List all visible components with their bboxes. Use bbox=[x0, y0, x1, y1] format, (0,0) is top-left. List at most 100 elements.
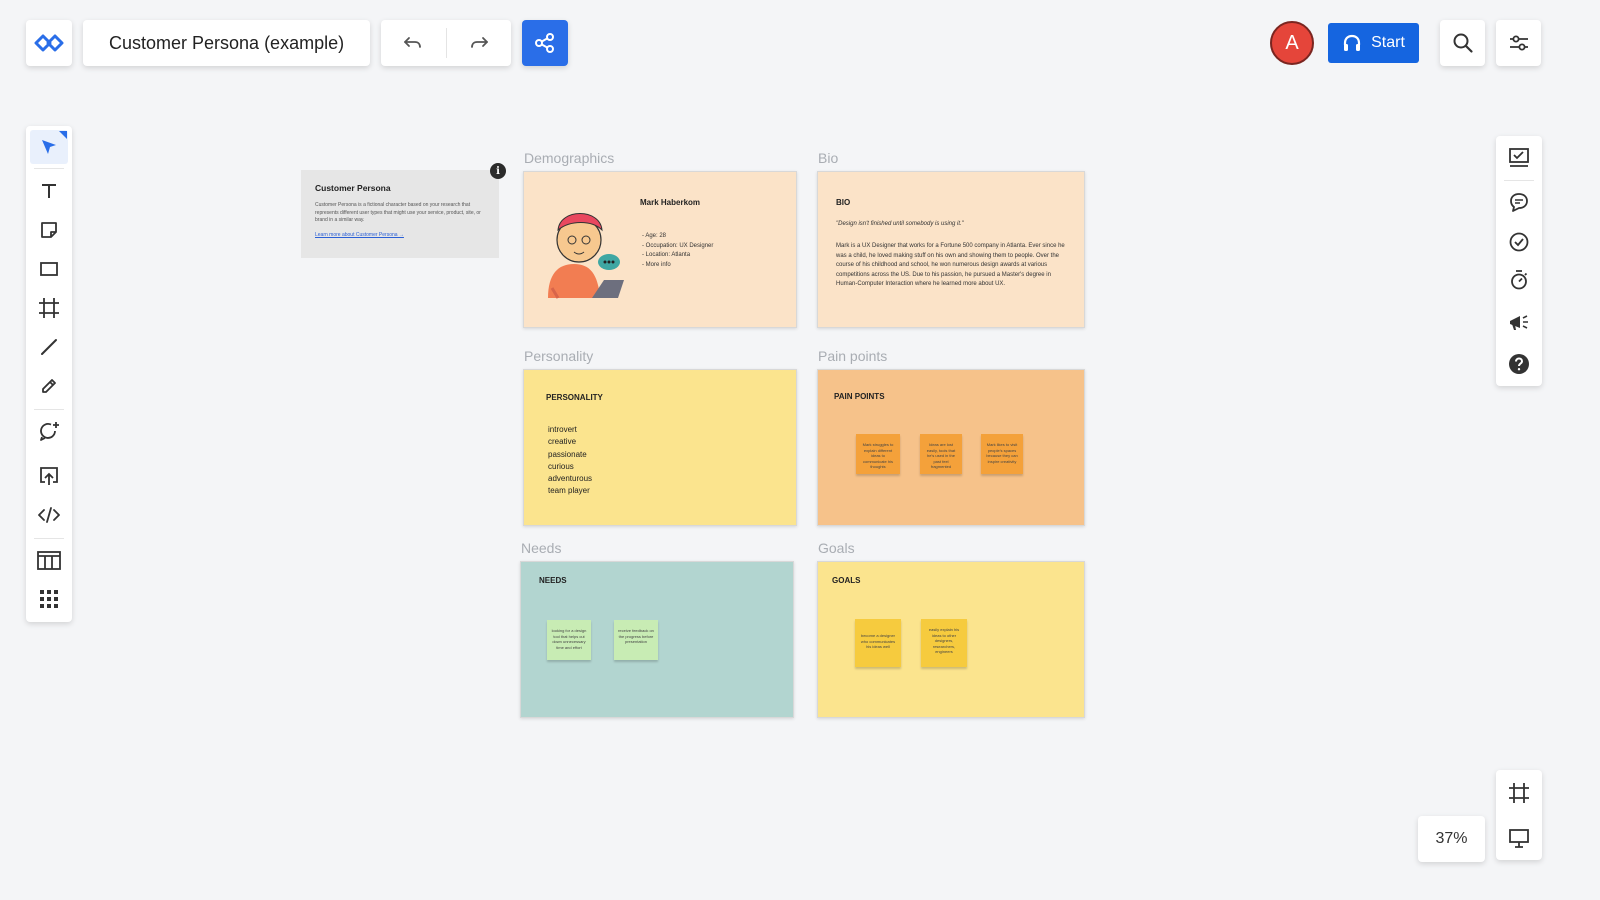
persona-name: Mark Haberkom bbox=[640, 198, 701, 207]
expand-indicator bbox=[59, 131, 67, 139]
detail-occupation: - Occupation: UX Designer bbox=[642, 242, 714, 249]
text-icon bbox=[42, 184, 56, 198]
board-title-text: Customer Persona (example) bbox=[109, 32, 345, 53]
tool-upload[interactable] bbox=[30, 459, 68, 493]
detail-age: - Age: 28 bbox=[642, 233, 667, 239]
undo-icon bbox=[404, 37, 422, 48]
info-card-title: Customer Persona bbox=[315, 183, 391, 193]
info-card-link[interactable]: Learn more about Customer Persona → bbox=[315, 232, 485, 238]
rectangle-icon bbox=[40, 262, 58, 276]
demographics-frame[interactable]: Mark Haberkom - Age: 28 - Occupation: UX… bbox=[523, 171, 797, 328]
logo-button[interactable] bbox=[26, 20, 72, 66]
presentation-mode-button[interactable] bbox=[1500, 820, 1538, 856]
frame-icon bbox=[39, 298, 59, 318]
sticky-note[interactable]: become a designer who communicates his i… bbox=[855, 619, 901, 667]
chat-icon bbox=[1510, 193, 1528, 212]
sticky-note[interactable]: looking for a design tool that helps cut… bbox=[547, 620, 591, 660]
sticky-note[interactable]: receive feedback on the progress before … bbox=[614, 620, 658, 660]
redo-button[interactable] bbox=[447, 20, 512, 66]
redo-icon bbox=[470, 37, 488, 48]
timer-icon bbox=[1511, 270, 1528, 290]
person-illustration-icon bbox=[548, 213, 624, 299]
upload-icon bbox=[40, 467, 58, 485]
section-label-personality: Personality bbox=[524, 348, 594, 364]
tool-templates[interactable] bbox=[30, 543, 68, 577]
sticky-note[interactable]: Mark struggles to explain different idea… bbox=[856, 434, 900, 474]
bio-title: BIO bbox=[836, 198, 851, 207]
tool-shape[interactable] bbox=[30, 252, 68, 286]
trait-item: team player bbox=[548, 486, 590, 496]
templates-icon bbox=[37, 551, 61, 570]
tool-embed[interactable] bbox=[30, 498, 68, 532]
tool-text[interactable] bbox=[30, 174, 68, 208]
personality-frame[interactable]: PERSONALITY introvert creative passionat… bbox=[523, 369, 797, 526]
start-call-button[interactable]: Start bbox=[1328, 23, 1419, 63]
section-label-pain-points: Pain points bbox=[818, 348, 888, 364]
info-icon[interactable]: i bbox=[490, 163, 506, 179]
needs-frame[interactable]: NEEDS looking for a design tool that hel… bbox=[520, 561, 794, 718]
pain-points-frame[interactable]: PAIN POINTS Mark struggles to explain di… bbox=[817, 369, 1085, 526]
tool-announce[interactable] bbox=[1500, 305, 1538, 341]
detail-more-info: - More info bbox=[642, 261, 671, 268]
customer-persona-info-card[interactable]: Customer Persona Customer Persona is a f… bbox=[301, 170, 499, 258]
trait-item: curious bbox=[548, 461, 574, 471]
search-icon bbox=[1453, 33, 1473, 53]
bio-text: Mark is a UX Designer that works for a F… bbox=[836, 243, 1065, 287]
tool-check[interactable] bbox=[1500, 224, 1538, 260]
trait-item: adventurous bbox=[548, 474, 593, 484]
bio-frame[interactable]: BIO "Design isn't finished until somebod… bbox=[817, 171, 1085, 328]
miro-logo-icon bbox=[34, 34, 64, 52]
tool-timer[interactable] bbox=[1500, 262, 1538, 298]
check-circle-icon bbox=[1509, 232, 1529, 252]
frames-button[interactable] bbox=[1500, 775, 1538, 811]
undo-redo-group bbox=[381, 20, 511, 66]
sticky-note[interactable]: Ideas are lost easily, tools that he's u… bbox=[920, 434, 962, 474]
tool-apps[interactable] bbox=[30, 582, 68, 616]
personality-traits: introvert creative passionate curious ad… bbox=[548, 424, 592, 498]
tool-frame[interactable] bbox=[30, 291, 68, 325]
needs-title: NEEDS bbox=[539, 576, 567, 585]
section-label-goals: Goals bbox=[818, 540, 855, 556]
sticky-note[interactable]: Mark likes to visit people's spaces beca… bbox=[981, 434, 1023, 474]
pain-points-title: PAIN POINTS bbox=[834, 392, 885, 401]
tool-present-checklist[interactable] bbox=[1500, 140, 1538, 176]
monitor-icon bbox=[1509, 829, 1529, 848]
detail-location: - Location: Atlanta bbox=[642, 252, 691, 258]
tool-chat[interactable] bbox=[1500, 184, 1538, 220]
tool-select[interactable] bbox=[30, 130, 68, 164]
zoom-level[interactable]: 37% bbox=[1418, 816, 1485, 862]
section-label-demographics: Demographics bbox=[524, 150, 615, 166]
frame-icon bbox=[1509, 783, 1529, 803]
bio-quote: "Design isn't finished until somebody is… bbox=[836, 221, 964, 227]
comment-add-icon bbox=[40, 422, 59, 441]
apps-grid-icon bbox=[40, 590, 58, 608]
undo-button[interactable] bbox=[381, 20, 446, 66]
help-icon bbox=[1509, 354, 1529, 374]
info-card-text: Customer Persona is a fictional characte… bbox=[315, 202, 481, 223]
sticky-note[interactable]: easily explain his ideas to other design… bbox=[921, 619, 967, 667]
board-title[interactable]: Customer Persona (example) bbox=[83, 20, 370, 66]
code-icon bbox=[38, 507, 60, 523]
toolbar-divider bbox=[34, 168, 64, 169]
trait-item: passionate bbox=[548, 449, 587, 459]
goals-frame[interactable]: GOALS become a designer who communicates… bbox=[817, 561, 1085, 718]
zoom-value: 37% bbox=[1435, 830, 1468, 847]
section-label-bio: Bio bbox=[818, 150, 839, 166]
user-avatar[interactable]: A bbox=[1270, 21, 1314, 65]
goals-title: GOALS bbox=[832, 576, 861, 585]
tool-pen[interactable] bbox=[30, 369, 68, 403]
trait-item: introvert bbox=[548, 425, 577, 434]
frames-present-group bbox=[1496, 770, 1542, 860]
tool-help[interactable] bbox=[1500, 346, 1538, 382]
present-checklist-icon bbox=[1509, 148, 1529, 167]
left-toolbar bbox=[26, 126, 72, 622]
tool-sticky-note[interactable] bbox=[30, 213, 68, 247]
tool-comment[interactable] bbox=[30, 414, 68, 448]
search-button[interactable] bbox=[1440, 20, 1485, 66]
tool-line[interactable] bbox=[30, 330, 68, 364]
toolbar-divider bbox=[34, 409, 64, 410]
pen-icon bbox=[42, 379, 56, 393]
start-label: Start bbox=[1371, 34, 1405, 51]
settings-button[interactable] bbox=[1496, 20, 1541, 66]
share-button[interactable] bbox=[522, 20, 568, 66]
